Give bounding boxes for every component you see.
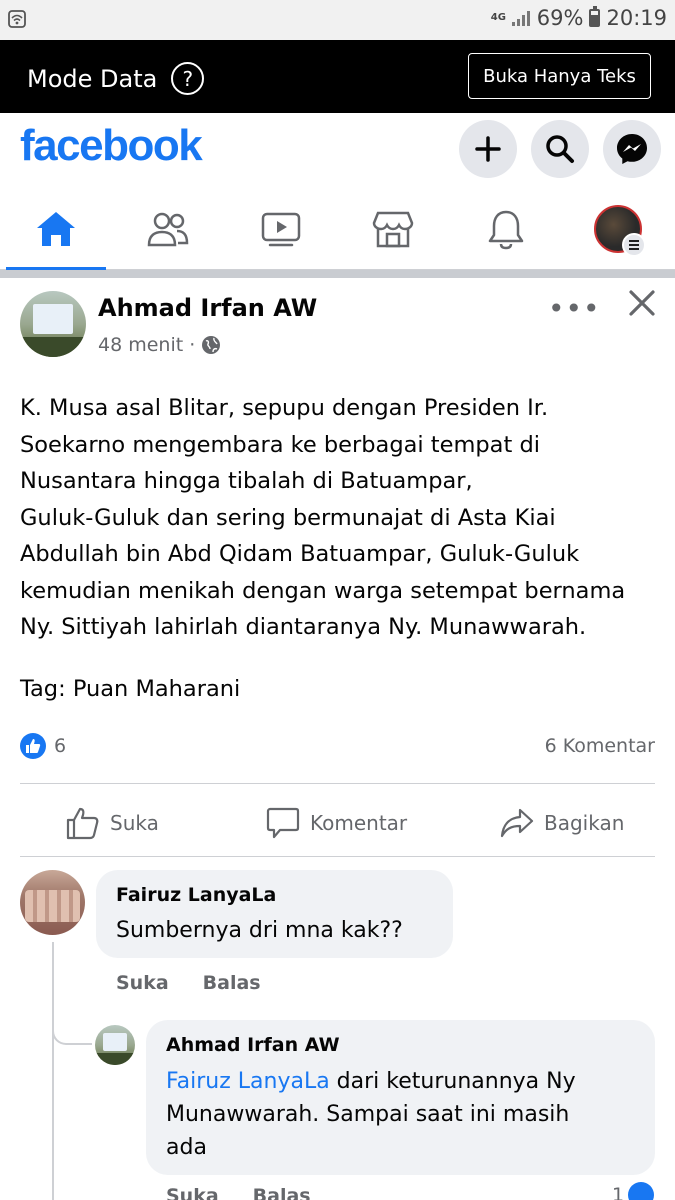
status-bar: 4G 69% 20:19 (0, 0, 675, 40)
hamburger-icon (622, 233, 646, 257)
reply-mention[interactable]: Fairuz LanyaLa (166, 1069, 330, 1094)
text-only-button[interactable]: Buka Hanya Teks (468, 53, 651, 99)
share-icon (500, 808, 534, 838)
wifi-icon (8, 10, 26, 28)
comment-actions: Suka Balas (116, 972, 261, 994)
tab-notifications[interactable] (450, 188, 562, 270)
battery-percent: 69% (536, 6, 584, 30)
thread-line (52, 942, 54, 1200)
tab-friends[interactable] (112, 188, 224, 270)
comment-author[interactable]: Fairuz LanyaLa (116, 884, 276, 906)
divider (20, 783, 655, 784)
home-icon (37, 212, 75, 246)
comment-bubble[interactable]: Fairuz LanyaLa Sumbernya dri mna kak?? (96, 870, 453, 958)
comment-icon (266, 807, 300, 839)
like-button[interactable]: Suka (66, 798, 159, 848)
tab-profile-menu[interactable] (562, 188, 674, 270)
like-count: 6 (54, 735, 67, 757)
post-author-name[interactable]: Ahmad Irfan AW (98, 294, 317, 322)
search-icon (546, 135, 574, 163)
like-reaction-icon (628, 1182, 655, 1200)
messenger-button[interactable] (603, 120, 661, 178)
tab-marketplace[interactable] (337, 188, 449, 270)
messenger-icon (617, 134, 647, 164)
search-button[interactable] (531, 120, 589, 178)
globe-icon (202, 336, 221, 354)
reply-text-line-1: dari keturunannya Ny (329, 1069, 576, 1094)
reply-text: Fairuz LanyaLa dari keturunannya Ny Muna… (166, 1065, 646, 1164)
thumbs-up-icon (66, 807, 99, 840)
reply-like-button[interactable]: Suka (166, 1185, 219, 1200)
reply-reactions[interactable]: 1 (612, 1182, 655, 1200)
share-label: Bagikan (544, 811, 625, 835)
share-button[interactable]: Bagikan (500, 798, 624, 848)
post-time-text[interactable]: 48 menit (98, 334, 183, 356)
navigation-tabs (0, 188, 675, 270)
notifications-icon (488, 210, 524, 250)
create-button[interactable] (459, 120, 517, 178)
thread-branch (52, 1010, 92, 1045)
network-type: 4G (490, 12, 506, 23)
friends-icon (147, 212, 189, 247)
app-header: facebook (0, 113, 675, 188)
watch-icon (261, 212, 301, 247)
clock: 20:19 (606, 6, 667, 30)
profile-avatar (594, 205, 646, 257)
post-actions: Suka Komentar Bagikan (0, 798, 675, 848)
comment-reply-button[interactable]: Balas (203, 972, 261, 994)
signal-icon (511, 11, 530, 26)
data-mode-label: Mode Data (27, 64, 158, 93)
comment-count[interactable]: 6 Komentar (545, 735, 655, 757)
battery-icon (589, 6, 601, 27)
feed-separator (0, 270, 675, 278)
reply-text-line-3: ada (166, 1135, 207, 1160)
help-icon[interactable]: ? (171, 62, 205, 95)
comment-label: Komentar (310, 811, 408, 835)
close-icon[interactable] (627, 288, 657, 318)
post-more-options[interactable]: ••• (548, 292, 601, 325)
post-timestamp: 48 menit · (98, 334, 221, 356)
reply-author-avatar[interactable] (95, 1025, 135, 1065)
divider (20, 856, 655, 857)
reply-author[interactable]: Ahmad Irfan AW (166, 1034, 340, 1056)
comment-text: Sumbernya dri mna kak?? (116, 918, 403, 943)
reply-text-line-2: Munawwarah. Sampai saat ini masih (166, 1102, 570, 1127)
data-mode-bar: Mode Data ? Buka Hanya Teks (0, 40, 675, 113)
tab-home[interactable] (0, 188, 112, 270)
like-label: Suka (110, 811, 159, 835)
like-reaction-icon (20, 733, 46, 759)
comment-button[interactable]: Komentar (266, 798, 407, 848)
reply-actions: Suka Balas (166, 1185, 311, 1200)
data-mode-title[interactable]: Mode Data ? (27, 62, 205, 95)
post-tag: Tag: Puan Maharani (20, 676, 241, 702)
reply-reaction-count: 1 (612, 1184, 625, 1200)
post-body: K. Musa asal Blitar, sepupu dengan Presi… (20, 395, 626, 640)
plus-icon (475, 136, 501, 162)
reply-reply-button[interactable]: Balas (253, 1185, 311, 1200)
comment-like-button[interactable]: Suka (116, 972, 169, 994)
tab-watch[interactable] (225, 188, 337, 270)
marketplace-icon (372, 211, 414, 248)
dot-separator: · (189, 334, 196, 356)
facebook-logo[interactable]: facebook (20, 121, 203, 171)
post-author-avatar[interactable] (20, 291, 86, 357)
commenter-avatar[interactable] (20, 870, 85, 935)
reply-bubble[interactable]: Ahmad Irfan AW Fairuz LanyaLa dari ketur… (146, 1020, 655, 1175)
reaction-summary[interactable]: 6 (20, 733, 66, 759)
